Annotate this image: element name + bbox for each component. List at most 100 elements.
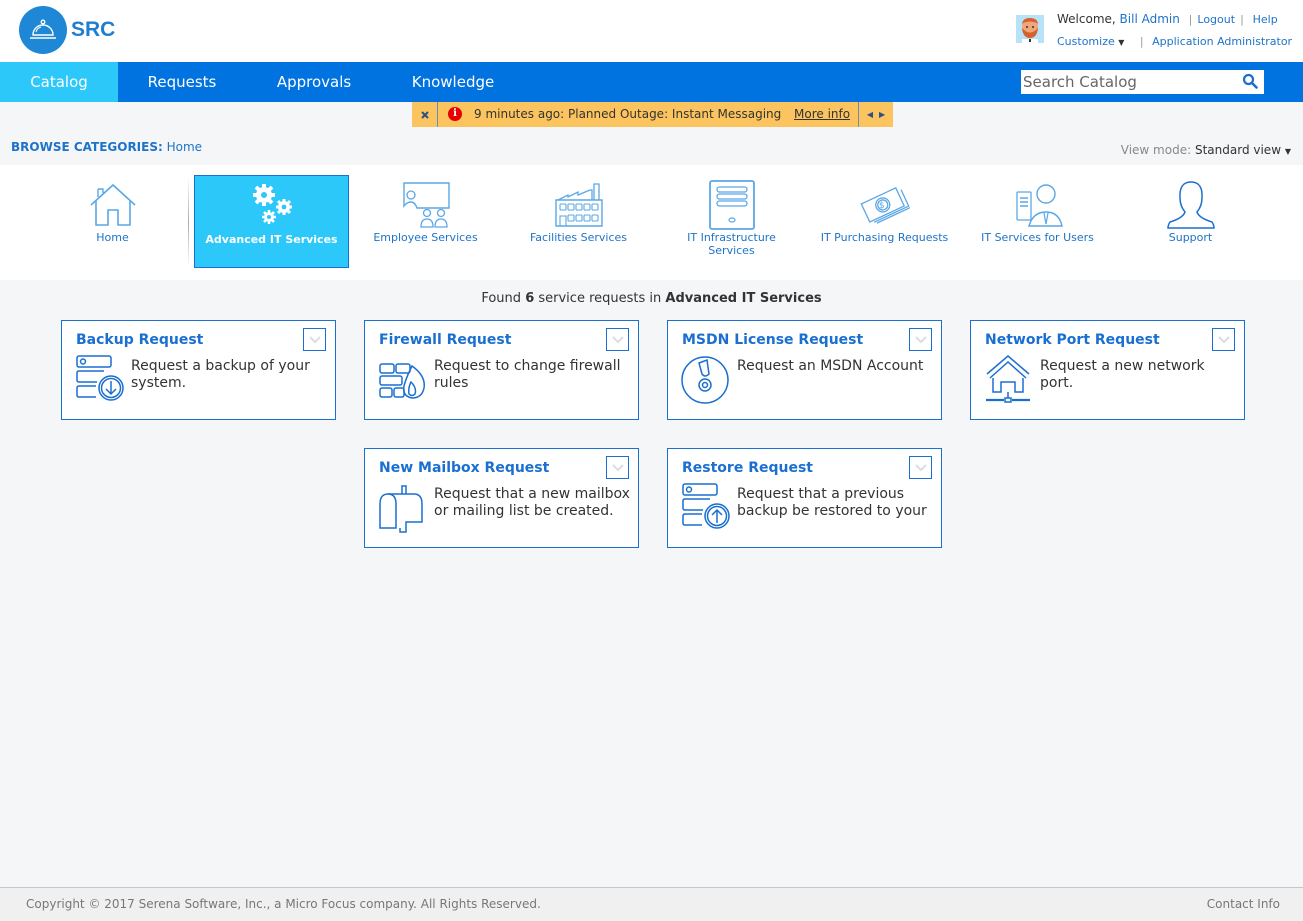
chevron-down-icon [611,463,624,471]
breadcrumb-home-link[interactable]: Home [167,140,202,154]
announcement-pager: ◀ ▶ [858,102,893,127]
caret-down-icon: ▼ [1118,38,1125,47]
search-box [1021,70,1264,94]
service-card-msdn-license-request[interactable]: MSDN License Request Request an MSDN Acc… [667,320,942,420]
category-advanced-it-services[interactable]: Advanced IT Services [194,175,349,268]
service-title[interactable]: New Mailbox Request [379,460,549,476]
main-nav: Catalog Requests Approvals Knowledge [0,62,1303,102]
category-label: IT Services for Users [981,231,1094,244]
caret-down-icon: ▼ [1284,147,1291,156]
service-description: Request that a new mailbox or mailing li… [434,486,630,519]
logo-text: SRC [71,18,116,41]
view-mode-value: Standard view [1194,143,1282,157]
service-card-network-port-request[interactable]: Network Port Request Request a new netwo… [970,320,1245,420]
service-card-restore-request[interactable]: Restore Request Request that a previous … [667,448,942,548]
service-card-backup-request[interactable]: Backup Request Request a backup of your … [61,320,336,420]
contact-info-link[interactable]: Contact Info [1207,897,1280,911]
logo[interactable] [19,6,67,54]
firewall-icon [379,363,425,399]
announcement-text: 9 minutes ago: Planned Outage: Instant M… [474,107,782,121]
category-it-infrastructure-services[interactable]: IT Infrastructure Services [654,175,809,268]
nav-tab-approvals[interactable]: Approvals [264,62,364,102]
expand-toggle[interactable] [606,328,629,351]
search-input[interactable] [1021,70,1236,94]
expand-toggle[interactable] [303,328,326,351]
category-label: Employee Services [373,231,478,244]
category-bar: Home Advanced IT Services Employee Servi [0,165,1303,280]
category-label: Facilities Services [529,231,628,244]
category-it-purchasing-requests[interactable]: $ IT Purchasing Requests [807,175,962,268]
factory-icon [554,183,603,227]
nav-tab-catalog[interactable]: Catalog [0,62,118,102]
welcome-line: Welcome, Bill Admin | Logout | Help [1057,12,1278,26]
category-facilities-services[interactable]: Facilities Services [501,175,656,268]
user-avatar-icon [1016,15,1044,43]
network-house-icon [986,355,1030,403]
info-icon: i [448,107,462,121]
results-middle: service requests in [538,291,662,306]
breadcrumb-label: BROWSE CATEGORIES: [11,140,163,154]
chevron-down-icon [308,335,321,343]
category-home[interactable]: Home [35,175,190,268]
close-announcement-button[interactable] [412,102,438,127]
chevron-down-icon [914,463,927,471]
category-label: Home [96,231,129,244]
logout-link[interactable]: Logout [1197,13,1235,26]
service-description: Request a backup of your system. [131,358,310,391]
category-label: IT Infrastructure Services [687,231,776,257]
expand-toggle[interactable] [606,456,629,479]
expand-toggle[interactable] [1212,328,1235,351]
category-it-services-for-users[interactable]: IT Services for Users [960,175,1115,268]
user-name-link[interactable]: Bill Admin [1120,12,1180,26]
chevron-down-icon [914,335,927,343]
presentation-icon [402,182,450,228]
results-prefix: Found [481,291,522,306]
nav-tab-requests[interactable]: Requests [132,62,232,102]
service-card-firewall-request[interactable]: Firewall Request Request to change firew… [364,320,639,420]
service-title[interactable]: Restore Request [682,460,813,476]
prev-arrow-icon[interactable]: ◀ [867,110,873,119]
service-description: Request an MSDN Account [737,358,924,374]
results-count: 6 [525,291,535,306]
chevron-down-icon [611,335,624,343]
divider [188,177,189,267]
breadcrumb: BROWSE CATEGORIES: Home [11,140,202,154]
server-icon [708,180,755,230]
service-title[interactable]: Backup Request [76,332,203,348]
more-info-link[interactable]: More info [794,107,850,121]
view-mode-dropdown[interactable]: Standard view ▼ [1195,143,1291,157]
separator: | [1139,35,1144,48]
service-description: Request to change firewall rules [434,358,621,391]
svg-text:$: $ [879,201,885,211]
category-label: Support [1168,231,1213,244]
results-category: Advanced IT Services [665,291,822,306]
service-title[interactable]: Network Port Request [985,332,1160,348]
next-arrow-icon[interactable]: ▶ [879,110,885,119]
service-title[interactable]: Firewall Request [379,332,511,348]
category-employee-services[interactable]: Employee Services [348,175,503,268]
expand-toggle[interactable] [909,456,932,479]
customize-label: Customize [1057,35,1115,48]
separator: | [1240,13,1244,26]
customize-dropdown[interactable]: Customize ▼ [1057,35,1124,48]
category-label: Advanced IT Services [205,233,338,246]
avatar[interactable] [1016,15,1044,43]
category-support[interactable]: Support [1113,175,1268,268]
service-title[interactable]: MSDN License Request [682,332,863,348]
backup-icon [76,355,124,401]
role-link[interactable]: Application Administrator [1152,35,1292,48]
mailbox-icon [379,485,423,533]
service-card-new-mailbox-request[interactable]: New Mailbox Request Request that a new m… [364,448,639,548]
user-actions: Customize ▼ | Application Administrator [1057,35,1292,48]
close-icon [420,110,429,119]
copyright-text: Copyright © 2017 Serena Software, Inc., … [26,897,541,911]
search-icon[interactable] [1242,73,1258,89]
help-link[interactable]: Help [1253,13,1278,26]
expand-toggle[interactable] [909,328,932,351]
separator: | [1188,13,1193,26]
view-mode-label: View mode: [1120,143,1192,157]
person-icon [1166,181,1215,229]
money-icon: $ [859,186,910,224]
nav-tab-knowledge[interactable]: Knowledge [400,62,506,102]
service-description: Request that a previous backup be restor… [737,486,927,522]
